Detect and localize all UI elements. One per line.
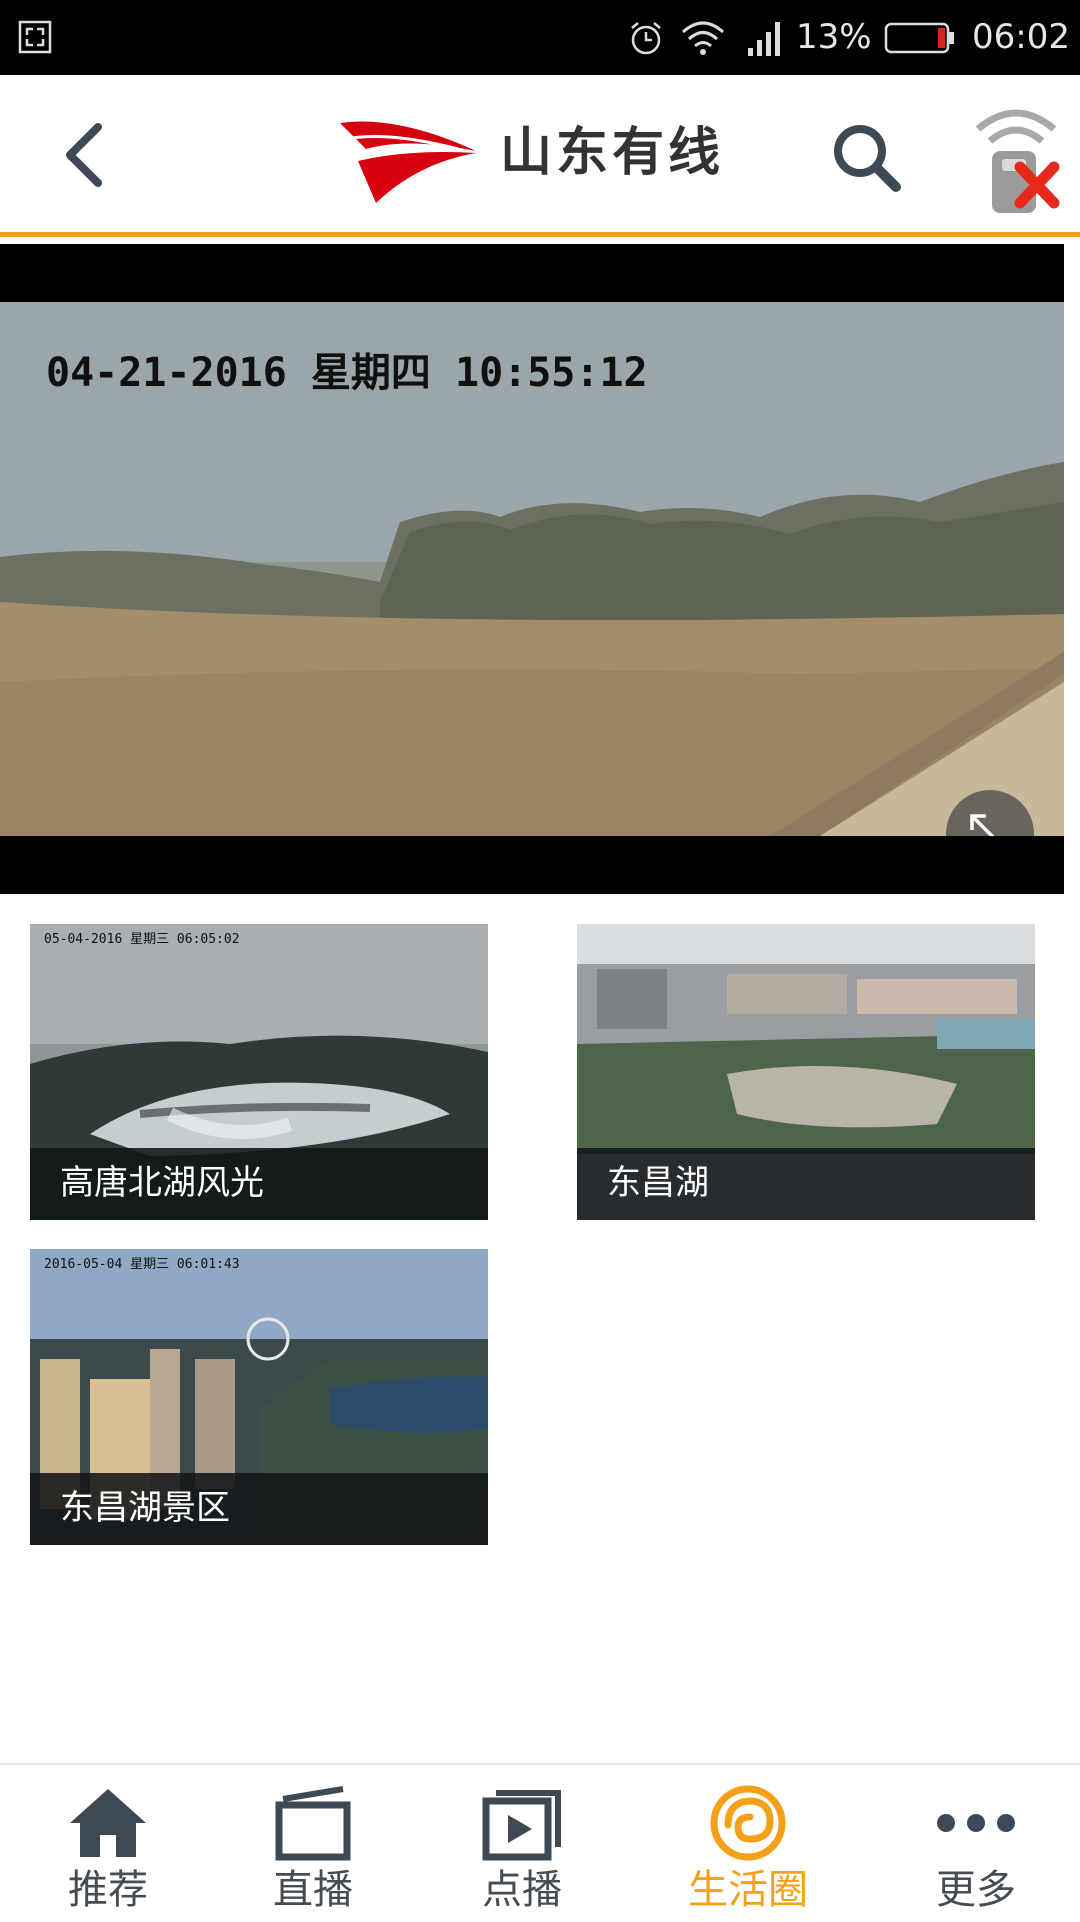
play-icon (482, 1790, 561, 1861)
expand-icon (970, 814, 995, 836)
app-header: 山东有线 (0, 75, 1080, 237)
screenshot-icon (18, 20, 52, 54)
nav-item-more[interactable]: 更多 (868, 1765, 1080, 1922)
nav-item-vod[interactable]: 点播 (414, 1765, 630, 1922)
alarm-icon (631, 22, 661, 55)
nav-item-live[interactable]: 直播 (205, 1765, 421, 1922)
signal-icon (748, 22, 780, 56)
channel-stamp: 05-04-2016 星期三 06:05:02 (44, 932, 240, 947)
channel-caption: 高唐北湖风光 (30, 1148, 488, 1220)
search-icon[interactable] (826, 117, 906, 197)
channel-card[interactable]: 东昌湖 (577, 924, 1035, 1220)
brand-name: 山东有线 (500, 123, 725, 183)
nav-label: 推荐 (68, 1867, 148, 1913)
channel-title: 东昌湖 (607, 1163, 709, 1203)
clock: 06:02 (972, 17, 1070, 57)
nav-label: 生活圈 (688, 1867, 808, 1913)
life-circle-icon (710, 1785, 786, 1861)
back-icon[interactable] (48, 115, 128, 195)
battery-percentage: 13% (796, 17, 872, 57)
wifi-icon (681, 21, 725, 55)
home-icon (70, 1789, 146, 1857)
nav-label: 更多 (936, 1867, 1016, 1913)
status-bar: 13% 06:02 (0, 0, 1080, 75)
video-frame[interactable]: 04-21-2016 星期四 10:55:12 (0, 302, 1064, 836)
channel-card[interactable]: 05-04-2016 星期三 06:05:02 高唐北湖风光 (30, 924, 488, 1220)
nav-item-life-circle[interactable]: 生活圈 (640, 1765, 856, 1922)
channel-caption: 东昌湖 (577, 1148, 1035, 1220)
channel-caption: 东昌湖景区 (30, 1473, 488, 1545)
nav-item-recommend[interactable]: 推荐 (0, 1765, 216, 1922)
video-player[interactable]: 04-21-2016 星期四 10:55:12 (0, 244, 1064, 894)
channel-card[interactable]: 2016-05-04 星期三 06:01:43 东昌湖景区 (30, 1249, 488, 1545)
channel-stamp: 2016-05-04 星期三 06:01:43 (44, 1257, 240, 1272)
channel-title: 高唐北湖风光 (60, 1163, 264, 1203)
nav-label: 直播 (273, 1867, 353, 1913)
video-timestamp-overlay: 04-21-2016 星期四 10:55:12 (46, 350, 648, 396)
remote-disconnected-icon[interactable] (964, 103, 1068, 215)
tv-icon (275, 1786, 351, 1861)
more-icon (937, 1814, 1015, 1832)
bottom-nav: 推荐 直播 点播 生活圈 更多 (0, 1763, 1080, 1920)
channel-title: 东昌湖景区 (60, 1488, 230, 1528)
battery-icon (884, 22, 954, 54)
logo-icon (340, 121, 476, 203)
nav-label: 点播 (482, 1867, 562, 1913)
